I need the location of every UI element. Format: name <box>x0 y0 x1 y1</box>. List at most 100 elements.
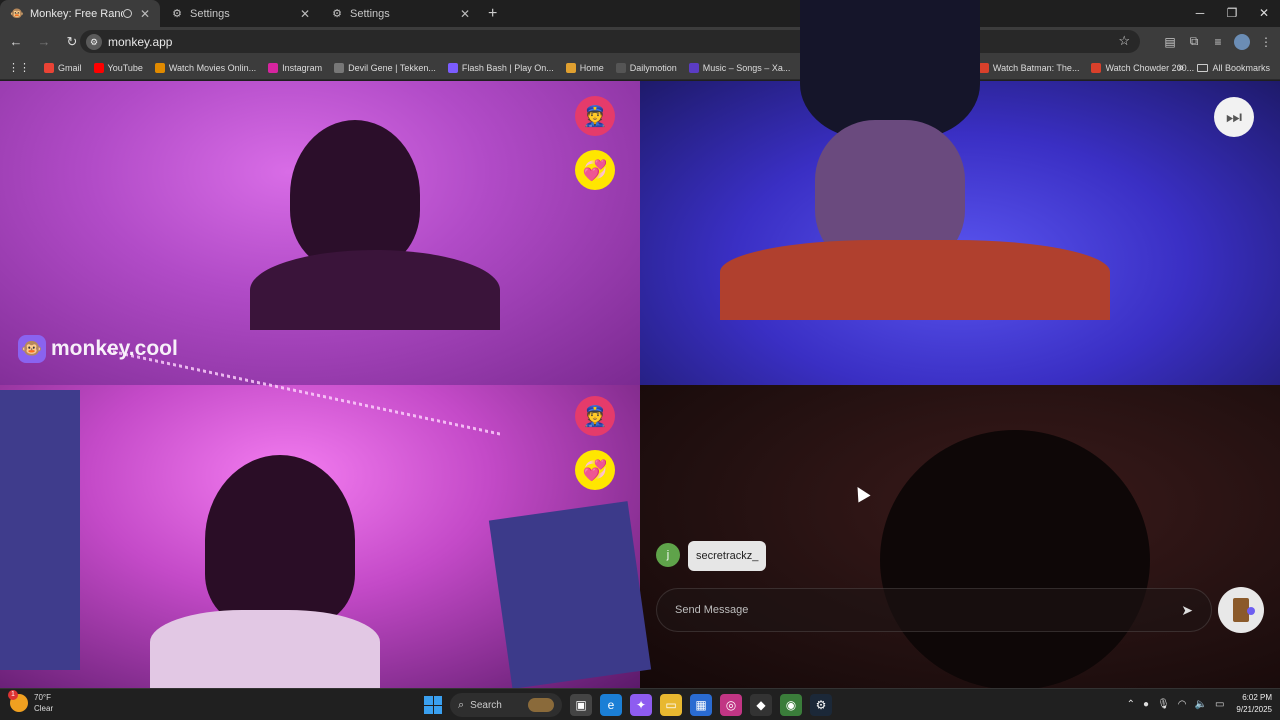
file-explorer-icon[interactable]: ▭ <box>660 694 682 716</box>
bookmark-star-icon[interactable]: ☆ <box>1118 33 1130 49</box>
bookmark-label: Flash Bash | Play On... <box>461 62 554 73</box>
tab-monkey[interactable]: 🐵 Monkey: Free Random Vide ✕ <box>0 0 160 27</box>
close-tab-icon[interactable]: ✕ <box>140 7 150 21</box>
bookmark-favicon-icon <box>1091 62 1102 73</box>
menu-icon[interactable]: ⋮ <box>1258 35 1274 49</box>
back-button[interactable]: ← <box>4 34 28 49</box>
bookmark-item[interactable]: Flash Bash | Play On... <box>447 62 554 73</box>
close-tab-icon[interactable]: ✕ <box>460 7 470 21</box>
wall-banner <box>0 390 80 670</box>
all-bookmarks[interactable]: All Bookmarks <box>1197 63 1270 73</box>
bookmark-item[interactable]: Dailymotion <box>615 62 677 73</box>
bookmarks-bar: ⋮⋮ Gmail YouTube Watch Movies Onlin... Inst… <box>0 56 1280 80</box>
edge-icon[interactable]: e <box>600 694 622 716</box>
add-friend-heart-icon[interactable]: 💞 <box>575 150 615 190</box>
weather-widget[interactable]: 1 70°F Clear <box>8 690 54 714</box>
address-bar[interactable]: ⚙ monkey.app ☆ <box>80 30 1140 53</box>
brand-text: monkey.cool <box>51 337 178 360</box>
bookmark-favicon-icon <box>268 62 279 73</box>
chrome-icon[interactable]: ◉ <box>780 694 802 716</box>
all-bookmarks-label: All Bookmarks <box>1212 62 1270 73</box>
add-friend-heart-icon[interactable]: 💞 <box>575 450 615 490</box>
send-message-input[interactable] <box>675 604 1182 616</box>
search-label: Search <box>470 699 502 711</box>
taskbar-search[interactable]: ⌕ Search <box>450 693 562 717</box>
new-tab-button[interactable]: + <box>480 5 505 23</box>
bookmark-favicon-icon <box>565 62 576 73</box>
message-box: ➤ <box>656 588 1212 632</box>
close-window-button[interactable]: ✕ <box>1248 0 1280 27</box>
self-view-silhouette <box>880 430 1150 690</box>
system-tray: ⌃ ● 🎙 ◠ 🔈 ▭ 6:02 PM 9/21/2025 <box>1127 692 1272 716</box>
time: 6:02 PM <box>1242 693 1272 702</box>
chevron-up-icon[interactable]: ⌃ <box>1127 699 1135 710</box>
bookmark-item[interactable]: Home <box>565 62 604 73</box>
bookmark-favicon-icon <box>447 62 458 73</box>
skip-next-icon[interactable]: ⏭ <box>1214 97 1254 137</box>
participant-silhouette <box>290 120 420 270</box>
close-tab-icon[interactable]: ✕ <box>300 7 310 21</box>
browser-toolbar: ← → ↻ ⚙ monkey.app ☆ ▤ ⧉ ≡ ⋮ <box>0 27 1280 56</box>
bookmark-item[interactable]: Instagram <box>268 62 322 73</box>
bookmark-item[interactable]: Devil Gene | Tekken... <box>334 62 436 73</box>
more-bookmarks-icon[interactable]: » <box>1178 62 1184 74</box>
bookmark-label: YouTube <box>107 62 143 73</box>
windows-start-icon[interactable] <box>424 696 442 714</box>
extensions-icon[interactable]: ⧉ <box>1186 34 1202 49</box>
send-icon[interactable]: ➤ <box>1181 602 1193 619</box>
steam-icon[interactable]: ⚙ <box>810 694 832 716</box>
bookmark-label: Watch Batman: The... <box>992 62 1080 73</box>
bookmark-item[interactable]: YouTube <box>93 62 143 73</box>
report-police-icon[interactable]: 👮 <box>575 396 615 436</box>
temperature: 70°F <box>34 693 51 702</box>
taskbar-apps: ⌕ Search ▣ e ✦ ▭ ▦ ◎ ◆ ◉ ⚙ <box>424 693 832 717</box>
bookmark-item[interactable]: Watch Movies Onlin... <box>154 62 257 73</box>
forward-button[interactable]: → <box>32 34 56 49</box>
bookmark-label: Dailymotion <box>629 62 677 73</box>
bookmark-item[interactable]: Music – Songs – Xa... <box>688 62 790 73</box>
microphone-icon[interactable]: 🎙 <box>1157 699 1170 710</box>
report-police-icon[interactable]: 👮 <box>575 96 615 136</box>
store-icon[interactable]: ▦ <box>690 694 712 716</box>
app-icon[interactable]: ◆ <box>750 694 772 716</box>
tab-settings-2[interactable]: ⚙ Settings ✕ <box>320 0 480 27</box>
profile-avatar[interactable] <box>1234 33 1250 50</box>
bookmark-favicon-icon <box>44 62 54 73</box>
participant-silhouette <box>205 455 355 625</box>
tray-app-icon[interactable]: ● <box>1143 699 1149 710</box>
window-controls: ─ ❐ ✕ <box>1184 0 1280 27</box>
date: 9/21/2025 <box>1236 705 1272 714</box>
leave-door-button[interactable] <box>1218 587 1264 633</box>
bookmark-label: Watch Movies Onlin... <box>168 62 257 73</box>
weather-condition: Clear <box>34 704 54 713</box>
instagram-icon[interactable]: ◎ <box>720 694 742 716</box>
site-info-icon[interactable]: ⚙ <box>86 33 102 50</box>
apps-grid-icon[interactable]: ⋮⋮ <box>8 61 30 74</box>
gear-icon: ⚙ <box>332 8 342 20</box>
bookmark-item[interactable]: Gmail <box>44 62 82 73</box>
bookmark-favicon-icon <box>334 62 345 73</box>
battery-icon[interactable]: ▭ <box>1215 699 1224 710</box>
participant-silhouette <box>150 610 380 690</box>
search-highlight-icon <box>528 698 554 712</box>
media-controls-icon[interactable]: ≡ <box>1210 35 1226 49</box>
bookmark-item[interactable]: Watch Batman: The... <box>978 62 1080 73</box>
tab-title: Settings <box>350 7 390 20</box>
minimize-button[interactable]: ─ <box>1184 0 1216 27</box>
monkey-favicon-icon: 🐵 <box>10 8 24 20</box>
participant-silhouette <box>720 240 1110 320</box>
speaker-icon[interactable]: 🔈 <box>1195 699 1207 710</box>
url-text: monkey.app <box>108 34 173 49</box>
wifi-icon[interactable]: ◠ <box>1178 699 1187 710</box>
wall-banner <box>488 501 652 689</box>
copilot-icon[interactable]: ✦ <box>630 694 652 716</box>
bookmark-favicon-icon <box>615 62 626 73</box>
windows-taskbar: 1 70°F Clear ⌕ Search ▣ e ✦ ▭ ▦ ◎ ◆ ◉ ⚙ … <box>0 688 1280 720</box>
reading-mode-icon[interactable]: ▤ <box>1162 35 1178 49</box>
clock[interactable]: 6:02 PM 9/21/2025 <box>1236 692 1272 716</box>
maximize-button[interactable]: ❐ <box>1216 0 1248 27</box>
task-view-icon[interactable]: ▣ <box>570 694 592 716</box>
bookmark-label: Devil Gene | Tekken... <box>348 62 436 73</box>
tab-strip: 🐵 Monkey: Free Random Vide ✕ ⚙ Settings … <box>0 0 1280 27</box>
tab-settings-1[interactable]: ⚙ Settings ✕ <box>160 0 320 27</box>
